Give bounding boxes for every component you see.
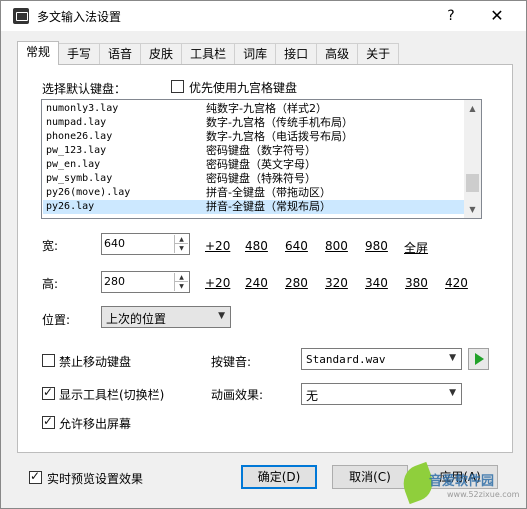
list-item[interactable]: phone26.lay 数字-九宫格（电话拨号布局） (43, 130, 464, 144)
scroll-thumb[interactable] (466, 174, 479, 192)
width-spinner[interactable]: 640 ▲ ▼ (101, 233, 190, 255)
title-bar: 多文输入法设置 ? ✕ (1, 1, 526, 31)
height-label: 高: (42, 277, 59, 291)
height-preset-340[interactable]: 340 (365, 276, 388, 290)
show-toolbar-label: 显示工具栏(切换栏) (59, 388, 165, 402)
keyboard-file: py26(move).lay (46, 187, 131, 198)
width-preset-fullscreen[interactable]: 全屏 (404, 239, 428, 256)
ok-button[interactable]: 确定(D) (241, 465, 317, 489)
list-item[interactable]: pw_en.lay 密码键盘（英文字母） (43, 158, 464, 172)
nine-grid-checkbox[interactable] (171, 80, 184, 93)
width-preset-480[interactable]: 480 (245, 239, 268, 253)
spin-up-icon[interactable]: ▲ (175, 235, 188, 244)
keyboard-description: 数字-九宫格（电话拨号布局） (206, 130, 353, 143)
scroll-up-icon[interactable]: ▲ (464, 100, 481, 117)
window-title: 多文输入法设置 (37, 10, 122, 24)
height-value: 280 (104, 275, 125, 288)
keyboard-description: 密码键盘（数字符号） (206, 144, 316, 157)
show-toolbar-checkbox[interactable] (42, 385, 55, 400)
list-item[interactable]: pw_123.lay 密码键盘（数字符号） (43, 144, 464, 158)
list-item[interactable]: py26.lay 拼音-全键盘（常规布局） (43, 200, 464, 214)
height-preset-380[interactable]: 380 (405, 276, 428, 290)
keyboard-description: 拼音-全键盘（常规布局） (206, 200, 331, 213)
spin-up-icon[interactable]: ▲ (175, 273, 188, 282)
watermark-text: 音爱软件园 (429, 474, 495, 489)
position-dropdown[interactable]: 上次的位置 ▼ (101, 306, 231, 328)
height-preset-280[interactable]: 280 (285, 276, 308, 290)
height-preset-420[interactable]: 420 (445, 276, 468, 290)
tab-toolbar[interactable]: 工具栏 (181, 43, 236, 65)
list-item[interactable]: py26(move).lay 拼音-全键盘（带拖动区） (43, 186, 464, 200)
list-item[interactable]: numonly3.lay 纯数字-九宫格（样式2） (43, 102, 464, 116)
keyboard-file: pw_symb.lay (46, 173, 113, 184)
tab-voice[interactable]: 语音 (99, 43, 142, 65)
tab-bar: 常规 手写 语音 皮肤 工具栏 词库 接口 高级 关于 (17, 41, 400, 65)
width-preset-800[interactable]: 800 (325, 239, 348, 253)
nine-grid-label: 优先使用九宫格键盘 (189, 81, 298, 95)
chevron-down-icon: ▼ (449, 353, 456, 363)
height-preset-plus20[interactable]: +20 (205, 276, 230, 290)
chevron-down-icon: ▼ (218, 311, 225, 321)
allow-offscreen-label: 允许移出屏幕 (59, 417, 132, 431)
settings-window: 多文输入法设置 ? ✕ 常规 手写 语音 皮肤 工具栏 词库 接口 高级 关于 … (0, 0, 527, 509)
tab-about[interactable]: 关于 (357, 43, 400, 65)
list-item[interactable]: numpad.lay 数字-九宫格（传统手机布局） (43, 116, 464, 130)
allow-offscreen-checkbox[interactable] (42, 414, 55, 429)
help-button[interactable]: ? (439, 5, 463, 27)
tab-general[interactable]: 常规 (17, 41, 60, 65)
watermark-url: www.52zixue.com (447, 490, 520, 499)
keyboard-listbox[interactable]: numonly3.lay 纯数字-九宫格（样式2） numpad.lay 数字-九宫格… (41, 99, 482, 219)
spin-down-icon[interactable]: ▼ (175, 282, 188, 291)
listbox-scrollbar[interactable]: ▲ ▼ (464, 100, 481, 218)
width-value: 640 (104, 237, 125, 250)
height-spinner[interactable]: 280 ▲ ▼ (101, 271, 190, 293)
width-label: 宽: (42, 239, 59, 253)
keyboard-description: 数字-九宫格（传统手机布局） (206, 116, 353, 129)
tab-dictionary[interactable]: 词库 (234, 43, 277, 65)
width-preset-plus20[interactable]: +20 (205, 239, 230, 253)
key-sound-value: Standard.wav (306, 353, 386, 366)
list-item[interactable]: pw_symb.lay 密码键盘（特殊符号） (43, 172, 464, 186)
chevron-down-icon: ▼ (449, 388, 456, 398)
key-sound-label: 按键音: (211, 355, 252, 369)
tab-handwriting[interactable]: 手写 (58, 43, 101, 65)
keyboard-app-icon (13, 8, 29, 24)
keyboard-file: numonly3.lay (46, 103, 119, 114)
keyboard-description: 拼音-全键盘（带拖动区） (206, 186, 331, 199)
animation-dropdown[interactable]: 无 ▼ (301, 383, 462, 405)
keyboard-file: pw_en.lay (46, 159, 101, 170)
position-value: 上次的位置 (106, 312, 167, 326)
keyboard-file: phone26.lay (46, 131, 113, 142)
close-button[interactable]: ✕ (485, 5, 509, 27)
no-move-checkbox[interactable] (42, 354, 55, 367)
height-preset-320[interactable]: 320 (325, 276, 348, 290)
keyboard-description: 密码键盘（特殊符号） (206, 172, 316, 185)
keyboard-select-label: 选择默认键盘： (42, 82, 127, 96)
tab-skin[interactable]: 皮肤 (140, 43, 183, 65)
tab-advanced[interactable]: 高级 (316, 43, 359, 65)
width-preset-640[interactable]: 640 (285, 239, 308, 253)
watermark-logo: 音爱软件园 www.52zixue.com (398, 456, 525, 508)
cancel-button[interactable]: 取消(C) (332, 465, 408, 489)
animation-value: 无 (306, 389, 319, 403)
live-preview-label: 实时预览设置效果 (47, 472, 144, 486)
width-preset-980[interactable]: 980 (365, 239, 388, 253)
keyboard-file: py26.lay (46, 201, 95, 212)
spin-down-icon[interactable]: ▼ (175, 244, 188, 253)
tab-interface[interactable]: 接口 (275, 43, 318, 65)
keyboard-file: numpad.lay (46, 117, 107, 128)
no-move-label: 禁止移动键盘 (59, 355, 132, 369)
keyboard-description: 纯数字-九宫格（样式2） (206, 102, 327, 115)
keyboard-description: 密码键盘（英文字母） (206, 158, 316, 171)
height-preset-240[interactable]: 240 (245, 276, 268, 290)
play-sound-button[interactable] (468, 348, 489, 370)
scroll-down-icon[interactable]: ▼ (464, 201, 481, 218)
keyboard-file: pw_123.lay (46, 145, 107, 156)
animation-label: 动画效果: (211, 388, 264, 402)
position-label: 位置: (42, 313, 71, 327)
live-preview-checkbox[interactable] (29, 469, 42, 484)
key-sound-dropdown[interactable]: Standard.wav ▼ (301, 348, 462, 370)
